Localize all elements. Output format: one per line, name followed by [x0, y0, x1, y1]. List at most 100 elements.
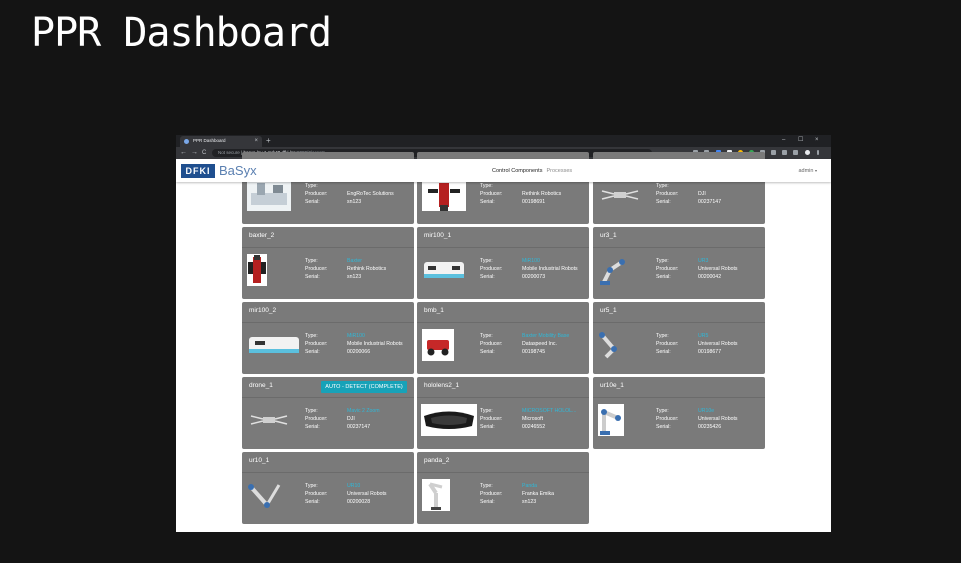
serial-label: Serial: — [480, 349, 495, 355]
producer-label: Producer: — [480, 416, 503, 422]
asset-serial: 00200028 — [347, 499, 371, 505]
asset-thumbnail — [598, 329, 628, 361]
asset-serial: sn123 — [347, 274, 362, 280]
puzzle-icon[interactable] — [782, 150, 787, 155]
tab-title: PPR Dashboard — [193, 138, 226, 143]
asset-type: MiR100 — [522, 258, 540, 264]
asset-serial: 00246552 — [522, 424, 546, 430]
asset-producer: DJI — [698, 191, 706, 197]
producer-label: Producer: — [305, 341, 328, 347]
asset-card-ur10-1[interactable]: ur10_1 Type: UR10 Producer: Universal Robo… — [242, 452, 414, 524]
card-divider — [417, 247, 589, 248]
back-icon[interactable]: ← — [180, 147, 187, 159]
extension-icon[interactable] — [771, 150, 776, 155]
asset-serial: sn123 — [522, 499, 537, 505]
asset-serial: 00198677 — [698, 349, 722, 355]
producer-label: Producer: — [305, 491, 328, 497]
serial-label: Serial: — [305, 274, 320, 280]
serial-label: Serial: — [480, 199, 495, 205]
window-close-icon[interactable]: × — [815, 135, 819, 146]
asset-producer: EngRoTec Solutions — [347, 191, 394, 197]
asset-card-ur3-1[interactable]: ur3_1 Type: UR3 Producer: Universal Robots… — [593, 227, 765, 299]
asset-thumbnail — [422, 479, 450, 511]
user-name: admin — [798, 168, 814, 174]
asset-thumbnail — [247, 254, 267, 286]
sidebar-icon[interactable] — [793, 150, 798, 155]
asset-props: Type: Panda Producer: Franka Emika Serial:… — [480, 482, 554, 506]
asset-serial: sn123 — [347, 199, 362, 205]
serial-label: Serial: — [656, 349, 671, 355]
asset-thumbnail — [598, 254, 628, 286]
producer-label: Producer: — [480, 341, 503, 347]
serial-label: Serial: — [656, 274, 671, 280]
serial-label: Serial: — [305, 499, 320, 505]
type-label: Type: — [480, 408, 493, 414]
asset-card-ur10e-1[interactable]: ur10e_1 Type: UR10e Producer: Universal Ro… — [593, 377, 765, 449]
producer-label: Producer: — [305, 191, 328, 197]
asset-card-drone-1[interactable]: drone_1 AUTO - DETECT (COMPLETE) Type: Ma… — [242, 377, 414, 449]
reload-icon[interactable]: C — [202, 147, 206, 159]
asset-type: Baxter — [347, 258, 362, 264]
card-divider — [242, 397, 414, 398]
asset-name: drone_1 — [249, 382, 273, 389]
producer-label: Producer: — [480, 191, 503, 197]
producer-label: Producer: — [305, 266, 328, 272]
tab-close-icon[interactable]: × — [254, 137, 258, 145]
minimize-icon[interactable]: – — [782, 135, 785, 146]
maximize-icon[interactable]: ☐ — [798, 135, 803, 146]
asset-props: Type: MICROSOFT HOLOL... Producer: Microso… — [480, 407, 576, 431]
asset-producer: Universal Robots — [698, 416, 738, 422]
card-divider — [417, 397, 589, 398]
asset-thumbnail — [247, 329, 301, 361]
asset-serial: 00200073 — [522, 274, 546, 280]
serial-label: Serial: — [480, 274, 495, 280]
slide-title: PPR Dashboard — [31, 10, 332, 56]
app-navbar: DFKI BaSyx Control Components Processes a… — [176, 159, 831, 182]
asset-type: UR3 — [698, 258, 709, 264]
nav-links: Control Components Processes — [492, 167, 572, 175]
asset-card-ur5-1[interactable]: ur5_1 Type: UR5 Producer: Universal Robots… — [593, 302, 765, 374]
asset-producer: DJI — [347, 416, 355, 422]
asset-name: mir100_2 — [249, 307, 277, 314]
asset-props: Type: Producer: DJI Serial: 00237147 — [656, 182, 721, 206]
producer-label: Producer: — [656, 416, 679, 422]
producer-label: Producer: — [480, 491, 503, 497]
asset-card-mir100-2[interactable]: mir100_2 Type: MiR100 Producer: Mobile Ind… — [242, 302, 414, 374]
asset-serial: 00200042 — [698, 274, 722, 280]
new-tab-icon[interactable]: + — [266, 135, 271, 147]
asset-producer: Dataspeed Inc. — [522, 341, 557, 347]
asset-card-mir100-1[interactable]: mir100_1 Type: MiR100 Producer: Mobile Ind… — [417, 227, 589, 299]
asset-type: Panda — [522, 483, 538, 489]
asset-serial: 00200066 — [347, 349, 371, 355]
type-label: Type: — [480, 333, 493, 339]
menu-icon[interactable] — [817, 150, 819, 155]
favicon-icon — [184, 139, 189, 144]
asset-producer: Rethink Robotics — [347, 266, 387, 272]
asset-producer: Universal Robots — [698, 266, 738, 272]
auto-detect-button[interactable]: AUTO - DETECT (COMPLETE) — [321, 381, 407, 393]
asset-card-baxter-2[interactable]: baxter_2 Type: Baxter Producer: Rethink Ro… — [242, 227, 414, 299]
nav-processes[interactable]: Processes — [546, 168, 572, 174]
browser-screenshot: PPR Dashboard × + – ☐ × ← → C Not secure… — [176, 135, 831, 532]
card-divider — [242, 322, 414, 323]
profile-icon[interactable] — [805, 150, 810, 155]
asset-props: Type: UR5 Producer: Universal Robots Seria… — [656, 332, 738, 356]
type-label: Type: — [305, 483, 318, 489]
card-divider — [242, 472, 414, 473]
asset-card-hololens2-1[interactable]: hololens2_1 Type: MICROSOFT HOLOL... Prod… — [417, 377, 589, 449]
asset-card-bmb-1[interactable]: bmb_1 Type: Baxter Mobility Base Producer… — [417, 302, 589, 374]
nav-control-components[interactable]: Control Components — [492, 168, 542, 174]
browser-tab[interactable]: PPR Dashboard × — [180, 136, 262, 147]
asset-serial: 00235426 — [698, 424, 722, 430]
asset-card-panda-2[interactable]: panda_2 Type: Panda Producer: Franka Emika… — [417, 452, 589, 524]
user-menu[interactable]: admin ▾ — [798, 167, 817, 175]
forward-icon[interactable]: → — [191, 147, 198, 159]
asset-serial: 00198745 — [522, 349, 546, 355]
serial-label: Serial: — [305, 199, 320, 205]
asset-type: UR10e — [698, 408, 715, 414]
type-label: Type: — [656, 333, 669, 339]
asset-type: Baxter Mobility Base — [522, 333, 570, 339]
asset-thumbnail — [247, 479, 283, 511]
asset-serial: 00237147 — [347, 424, 371, 430]
asset-serial: 00198691 — [522, 199, 546, 205]
